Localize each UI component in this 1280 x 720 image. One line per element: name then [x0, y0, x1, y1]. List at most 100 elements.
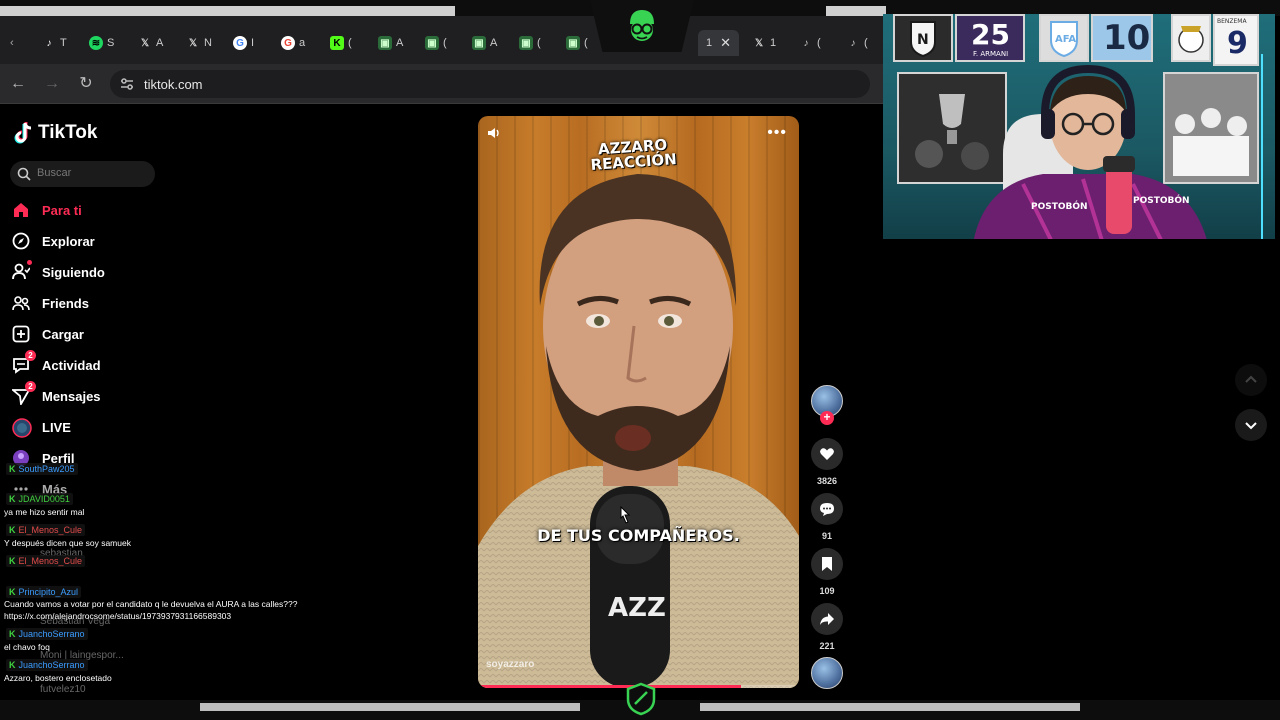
previous-video-button[interactable] — [1235, 364, 1267, 396]
browser-tab[interactable]: 𝕏N — [186, 33, 212, 53]
nav-actividad[interactable]: 2 Actividad — [12, 350, 101, 376]
browser-tab[interactable]: ▣ A — [378, 33, 403, 53]
chat-username: K El_Menos_Cule — [6, 555, 86, 567]
tab-label: ( — [348, 37, 352, 49]
sound-disc-avatar[interactable] — [811, 657, 843, 689]
svg-text:AFA: AFA — [1055, 34, 1076, 45]
browser-tab[interactable]: ≋ S — [89, 33, 114, 53]
x-icon: 𝕏 — [188, 37, 198, 49]
jersey-name: BENZEMA — [1217, 18, 1247, 25]
tab-scroll-icon[interactable]: ‹ — [10, 33, 14, 53]
svg-text:AZZ: AZZ — [608, 593, 666, 623]
kick-badge-icon: K — [9, 494, 16, 504]
chat-username: K SouthPaw205 — [6, 463, 78, 475]
search-placeholder: Buscar — [37, 167, 72, 179]
browser-tab[interactable]: K( — [330, 33, 352, 53]
messages-badge: 2 — [25, 381, 36, 392]
browser-tab[interactable]: GI — [233, 33, 254, 53]
tab-label: ( — [864, 37, 868, 49]
nav-friends[interactable]: Friends — [12, 292, 89, 314]
shirt-sponsor-text: POSTOBÓN — [1133, 196, 1190, 206]
save-action[interactable]: 109 — [811, 548, 843, 596]
chat-message-link[interactable]: https://x.com/alejandrocsome/status/1973… — [4, 611, 231, 621]
like-action[interactable]: 3826 — [811, 438, 843, 486]
spotify-icon: ≋ — [89, 36, 103, 50]
nav-cargar[interactable]: Cargar — [12, 323, 84, 345]
volume-icon[interactable] — [486, 125, 502, 141]
browser-tab[interactable]: 𝕏1 — [752, 33, 776, 53]
site-settings-icon[interactable] — [120, 77, 134, 91]
chat-username: K JuanchoSerrano — [6, 628, 88, 640]
chat-user-name: SouthPaw205 — [18, 464, 75, 474]
nav-live[interactable]: LIVE — [12, 416, 71, 438]
svg-text:N: N — [917, 32, 929, 48]
close-tab-icon[interactable]: ✕ — [720, 35, 731, 51]
share-button[interactable] — [811, 603, 843, 635]
chat-username: K JDAVID0051 — [6, 493, 73, 505]
nav-label: Friends — [42, 295, 89, 311]
activity-icon: 2 — [12, 350, 36, 374]
tab-label: ( — [584, 37, 588, 49]
like-button[interactable] — [811, 438, 843, 470]
nav-mensajes[interactable]: 2 Mensajes — [10, 381, 101, 407]
video-player[interactable]: AZZ ••• AZZARO REACCIÓN DE TUS COMPAÑERO… — [478, 116, 799, 688]
browser-tab[interactable]: Ga — [281, 33, 305, 53]
address-bar[interactable]: tiktok.com — [110, 70, 870, 98]
streamer-mascot-icon — [630, 10, 654, 41]
tab-label: ( — [817, 37, 821, 49]
jersey-number: 25 — [971, 18, 1010, 51]
url-text[interactable]: tiktok.com — [144, 77, 203, 92]
following-list-item[interactable]: futvelez10 — [40, 684, 86, 695]
nav-para-ti[interactable]: Para ti — [12, 199, 82, 221]
more-options-icon[interactable]: ••• — [767, 124, 787, 142]
comment-action[interactable]: 91 — [811, 493, 843, 541]
tab-label: 1 — [770, 37, 777, 49]
video-watermark: soyazzaro — [486, 659, 535, 670]
share-count: 221 — [819, 641, 835, 651]
kick-badge-icon: K — [9, 587, 16, 597]
video-overlay-tag: AZZARO REACCIÓN — [589, 136, 677, 174]
browser-tab[interactable]: ♪ T — [42, 33, 67, 53]
share-action[interactable]: 221 — [811, 603, 843, 651]
next-video-button[interactable] — [1235, 409, 1267, 441]
nav-label: Para ti — [42, 202, 82, 218]
tab-label: T — [60, 37, 67, 49]
kick-dark-icon: ▣ — [472, 36, 486, 50]
nav-siguiendo[interactable]: Siguiendo — [12, 260, 105, 283]
reload-icon[interactable]: ↻ — [76, 74, 96, 94]
kick-badge-icon: K — [9, 660, 16, 670]
kick-dark-icon: ▣ — [566, 36, 580, 50]
comment-button[interactable] — [811, 493, 843, 525]
nav-label: Cargar — [42, 326, 84, 342]
chat-user-name: Principito_Azul — [18, 587, 79, 597]
chat-message: el chavo foq — [4, 642, 50, 652]
bookmark-icon — [822, 557, 832, 571]
messages-icon: 2 — [10, 381, 36, 407]
browser-tab[interactable]: ♪( — [846, 33, 868, 53]
friends-icon — [12, 294, 30, 312]
browser-tab[interactable]: 𝕏A — [138, 33, 163, 53]
overlay-band — [200, 703, 580, 711]
browser-tab[interactable]: ▣( — [519, 33, 541, 53]
tab-label: I — [251, 37, 255, 49]
browser-tab[interactable]: ▣ A — [472, 33, 497, 53]
like-count: 3826 — [816, 476, 838, 486]
back-arrow-icon[interactable]: ← — [8, 74, 28, 94]
kick-dark-icon: ▣ — [378, 36, 392, 50]
tiktok-logo[interactable]: TikTok — [14, 122, 97, 144]
forward-arrow-icon[interactable]: → — [42, 74, 62, 94]
x-icon: 𝕏 — [754, 37, 764, 49]
shirt-sponsor-text: POSTOBÓN — [1031, 202, 1088, 212]
browser-toolbar: ← → ↻ tiktok.com — [0, 64, 884, 104]
browser-tab[interactable]: ♪( — [799, 33, 821, 53]
nav-explorar[interactable]: Explorar — [12, 230, 95, 252]
search-input[interactable]: Buscar — [10, 161, 155, 187]
tab-label: ( — [537, 37, 541, 49]
follow-plus-icon[interactable]: + — [820, 411, 834, 425]
browser-tab[interactable]: ▣( — [566, 33, 588, 53]
tiktok-icon: ♪ — [850, 37, 856, 49]
browser-tab-active[interactable]: 1 ✕ — [698, 30, 740, 56]
chat-user-name: JuanchoSerrano — [18, 629, 85, 639]
browser-tab[interactable]: ▣( — [425, 33, 447, 53]
save-button[interactable] — [811, 548, 843, 580]
